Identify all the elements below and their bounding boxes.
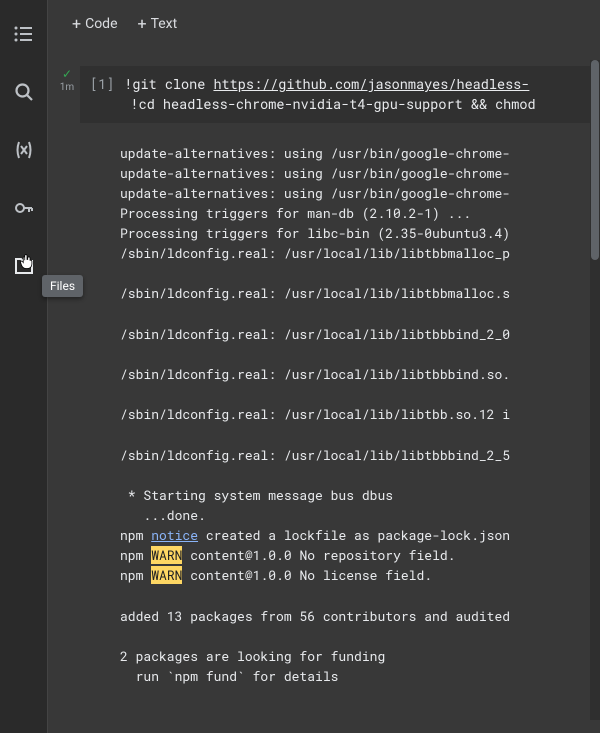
search-icon[interactable] xyxy=(10,78,38,106)
output-line: update-alternatives: using /usr/bin/goog… xyxy=(120,164,510,182)
exec-status[interactable]: ✓ 1m xyxy=(58,68,76,93)
main-area: + Code + Text ✓ 1m [1]!git clone https:/… xyxy=(48,0,600,733)
add-text-button[interactable]: + Text xyxy=(132,14,184,34)
code-editor[interactable]: [1]!git clone https://github.com/jasonma… xyxy=(80,66,600,123)
output-line: npm notice created a lockfile as package… xyxy=(120,526,510,544)
check-icon: ✓ xyxy=(62,68,72,80)
cell-toolbar: + Code + Text xyxy=(48,0,600,48)
scroll-thumb[interactable] xyxy=(591,60,599,260)
output-line: Processing triggers for libc-bin (2.35-0… xyxy=(120,224,510,242)
toc-icon[interactable] xyxy=(10,20,38,48)
output-line: 2 packages are looking for funding xyxy=(120,647,385,665)
clone-url[interactable]: https://github.com/jasonmayes/headless- xyxy=(213,75,529,93)
output-line: update-alternatives: using /usr/bin/goog… xyxy=(120,144,510,162)
output-line: run `npm fund` for details xyxy=(120,667,338,685)
output-line: Processing triggers for man-db (2.10.2-1… xyxy=(120,204,471,222)
code-line: !cd headless-chrome-nvidia-t4-gpu-suppor… xyxy=(131,95,536,113)
npm-warn-tag: WARN xyxy=(151,546,182,564)
add-text-label: Text xyxy=(151,16,178,32)
output-line: /sbin/ldconfig.real: /usr/local/lib/libt… xyxy=(120,325,510,343)
output-line: ...done. xyxy=(120,506,206,524)
output-line: /sbin/ldconfig.real: /usr/local/lib/libt… xyxy=(120,446,510,464)
output-line: added 13 packages from 56 contributors a… xyxy=(120,607,510,625)
output-line: * Starting system message bus dbus xyxy=(120,486,393,504)
variables-icon[interactable] xyxy=(10,136,38,164)
code-cell: ✓ 1m [1]!git clone https://github.com/ja… xyxy=(48,66,600,123)
output-line: /sbin/ldconfig.real: /usr/local/lib/libt… xyxy=(120,244,510,262)
exec-count: [1] xyxy=(90,75,114,93)
vertical-scrollbar[interactable] xyxy=(590,60,600,720)
secrets-icon[interactable] xyxy=(10,194,38,222)
add-code-label: Code xyxy=(85,16,117,32)
left-sidebar xyxy=(0,0,48,733)
output-line: /sbin/ldconfig.real: /usr/local/lib/libt… xyxy=(120,284,510,302)
output-line: update-alternatives: using /usr/bin/goog… xyxy=(120,184,510,202)
output-line: npm WARN content@1.0.0 No license field. xyxy=(120,566,432,584)
npm-notice-tag: notice xyxy=(151,526,198,544)
files-icon[interactable] xyxy=(10,252,38,280)
cell-output: update-alternatives: using /usr/bin/goog… xyxy=(48,143,600,687)
npm-warn-tag: WARN xyxy=(151,566,182,584)
tooltip: Files xyxy=(42,275,83,297)
add-code-button[interactable]: + Code xyxy=(66,14,124,34)
output-line: /sbin/ldconfig.real: /usr/local/lib/libt… xyxy=(120,405,510,423)
plus-icon: + xyxy=(138,16,147,32)
plus-icon: + xyxy=(72,16,81,32)
output-line: npm WARN content@1.0.0 No repository fie… xyxy=(120,546,455,564)
exec-timing: 1m xyxy=(60,82,74,93)
output-line: /sbin/ldconfig.real: /usr/local/lib/libt… xyxy=(120,365,510,383)
